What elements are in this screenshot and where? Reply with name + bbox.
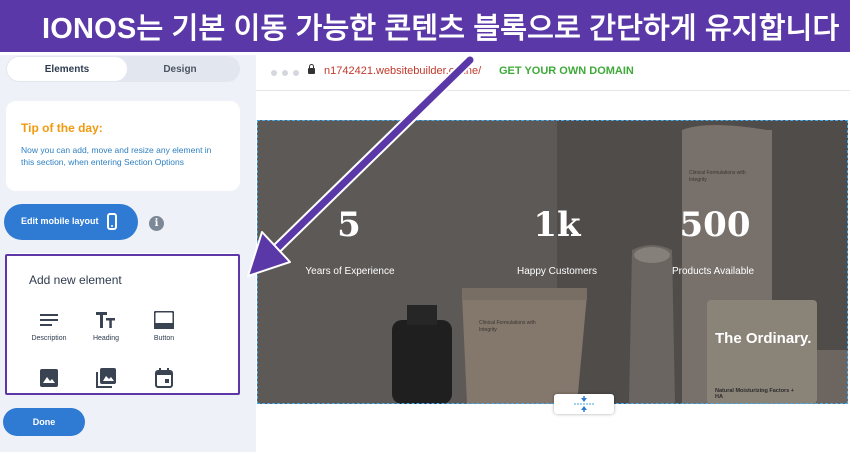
add-gallery-element[interactable] bbox=[76, 367, 136, 393]
tip-text: Now you can add, move and resize any ele… bbox=[21, 145, 212, 167]
gallery-icon bbox=[76, 367, 136, 389]
tab-elements[interactable]: Elements bbox=[7, 57, 127, 81]
stat-products-value: 500 bbox=[679, 205, 751, 245]
button-icon bbox=[134, 309, 194, 331]
tip-title: Tip of the day: bbox=[21, 121, 103, 135]
description-label: Description bbox=[31, 335, 67, 342]
brand-label: The Ordinary. bbox=[715, 330, 812, 347]
stat-products-label: Products Available bbox=[671, 266, 755, 277]
heading-label: Heading bbox=[92, 335, 120, 342]
lock-icon bbox=[308, 64, 315, 74]
resize-icon bbox=[574, 396, 594, 412]
stat-customers-label: Happy Customers bbox=[516, 266, 598, 277]
tab-design[interactable]: Design bbox=[130, 57, 230, 81]
button-label: Button bbox=[153, 335, 175, 342]
tip-card: Tip of the day: Now you can add, move an… bbox=[6, 101, 240, 191]
description-icon bbox=[19, 309, 79, 331]
stat-years-value: 5 bbox=[337, 205, 361, 245]
stat-customers-value: 1k bbox=[533, 205, 581, 245]
window-dot bbox=[271, 70, 277, 76]
window-controls bbox=[271, 70, 299, 76]
add-calendar-element[interactable] bbox=[134, 367, 194, 393]
product-photo bbox=[257, 120, 848, 404]
phone-icon bbox=[107, 213, 117, 230]
bottle-caption: Natural Moisturizing Factors + HA bbox=[715, 388, 794, 400]
hero-stats-section[interactable]: 5 Years of Experience 1k Happy Customers… bbox=[257, 120, 848, 404]
calendar-icon bbox=[134, 367, 194, 389]
banner-title: IONOS는 기본 이동 가능한 콘텐츠 블록으로 간단하게 유지합니다 bbox=[42, 13, 840, 45]
add-image-element[interactable] bbox=[19, 367, 79, 393]
window-dot bbox=[293, 70, 299, 76]
add-heading-element[interactable]: Heading bbox=[76, 309, 136, 342]
heading-icon bbox=[76, 309, 136, 331]
browser-address-bar: n1742421.websitebuilder.online/ GET YOUR… bbox=[256, 60, 850, 90]
done-button[interactable]: Done bbox=[3, 408, 85, 436]
edit-mobile-layout-button[interactable]: Edit mobile layout bbox=[4, 204, 138, 240]
jar-caption: Clinical Formulations with Integrity bbox=[479, 320, 536, 333]
add-element-panel: Add new element Description Heading Butt… bbox=[6, 253, 238, 395]
add-description-element[interactable]: Description bbox=[19, 309, 79, 342]
panel-tabs: Elements Design bbox=[6, 56, 240, 82]
section-resize-handle[interactable] bbox=[554, 394, 614, 414]
image-icon bbox=[19, 367, 79, 389]
info-icon[interactable]: i bbox=[149, 216, 164, 231]
window-dot bbox=[282, 70, 288, 76]
stat-years-label: Years of Experience bbox=[305, 266, 395, 277]
editor-sidebar: Elements Design Tip of the day: Now you … bbox=[0, 0, 256, 452]
add-element-title: Add new element bbox=[29, 273, 122, 287]
edit-mobile-layout-label: Edit mobile layout bbox=[21, 216, 99, 226]
site-url[interactable]: n1742421.websitebuilder.online/ bbox=[324, 65, 481, 77]
tube-caption: Clinical Formulations with Integrity bbox=[689, 170, 746, 183]
caption-banner: IONOS는 기본 이동 가능한 콘텐츠 블록으로 간단하게 유지합니다 bbox=[0, 0, 850, 55]
address-bar-divider bbox=[256, 90, 850, 91]
add-button-element[interactable]: Button bbox=[134, 309, 194, 342]
get-domain-link[interactable]: GET YOUR OWN DOMAIN bbox=[499, 65, 634, 77]
